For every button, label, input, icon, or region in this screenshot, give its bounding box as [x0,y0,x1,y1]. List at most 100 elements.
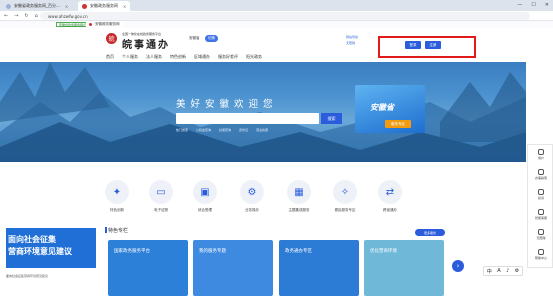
main-nav: 首页 个人服务 法人服务 特色创新 区域通办 服务好差评 阳光政务 [106,54,262,60]
quick-item[interactable]: ▦ 主题集成服务 [279,180,319,213]
search-button[interactable]: 搜索 [321,113,342,124]
minimize-icon[interactable]: — [517,2,522,8]
card-title: 国家政务服务平台 [114,249,150,254]
quick-label: 主题集成服务 [288,208,310,212]
browser-nav: ← → ↻ ⌂ [4,13,38,19]
quick-label: 电子证照 [154,208,168,212]
home-icon[interactable]: ⌂ [35,13,38,19]
audio-icon[interactable]: ♪ [506,268,509,274]
feature-card[interactable]: 政务通办专区 [279,240,359,296]
language-icon[interactable]: 中 [487,268,492,275]
gear-icon: ⚙ [240,180,264,204]
quick-item[interactable]: ▣ 综合受理 [185,180,225,213]
window-controls: — ☐ ✕ [517,2,549,8]
more-services-button[interactable]: 更多服务 [415,229,445,236]
quick-glyph: ✦ [112,186,122,198]
close-icon[interactable]: × [65,4,68,9]
nav-evaluation[interactable]: 服务好差评 [218,54,238,60]
ad-line1: 面向社会征集 [8,235,56,244]
bookmark-label: 安徽政务服务网 [95,21,120,26]
quick-label: 业务操办 [245,208,259,212]
hot-search-term[interactable]: 营业执照 [256,128,268,132]
feature-card[interactable]: 我的服务专题 [193,240,273,296]
quick-item[interactable]: ⚙ 业务操办 [232,180,272,213]
close-icon[interactable]: × [123,4,126,9]
back-icon[interactable]: ← [4,13,8,19]
browser-tab-active[interactable]: 安徽政务服务网 × [78,1,131,11]
quick-item[interactable]: ⇄ 跨省通办 [370,180,410,213]
next-arrow-icon[interactable]: › [452,260,464,272]
register-button[interactable]: 注册 [425,41,441,49]
inbox-icon: ▣ [193,180,217,204]
settings-icon[interactable]: ⚙ [515,268,519,274]
sidebar-label: 投诉 [537,196,544,200]
bookmark-item[interactable]: 安徽政务服务网 [86,21,123,27]
login-button[interactable]: 登录 [405,41,421,49]
favicon-icon [89,22,92,26]
reload-icon[interactable]: ↻ [24,13,28,19]
quick-item[interactable]: ✦ 特色创新 [97,180,137,213]
hot-search-list: 热门搜索 公积金查询 社保查询 身份证 营业执照 [176,128,268,132]
sidebar-item-chat[interactable]: 智能客服 [528,209,553,220]
close-window-icon[interactable]: ✕ [545,2,549,8]
promo-banner-title: 安徽省 [370,103,394,112]
hot-search-term[interactable]: 公积金查询 [196,128,211,132]
favicon-icon [82,3,87,9]
nav-innovation[interactable]: 特色创新 [170,54,186,60]
sidebar-label: 无障碍 [536,236,546,240]
site-logo[interactable]: 皖 [106,33,117,44]
sidebar-item-user[interactable]: 用户 [528,149,553,160]
nav-personal[interactable]: 个人服务 [122,54,138,60]
logo-glyph: 皖 [108,36,115,43]
tab-label: 安徽政务服务网 [90,3,118,8]
quick-glyph: ⇄ [385,186,395,198]
font-size-icon[interactable]: A [497,268,500,274]
hero-banner [0,62,526,162]
hot-search-term[interactable]: 身份证 [239,128,248,132]
guide-icon [538,169,544,175]
quick-label: 综合受理 [198,208,212,212]
mountain-illustration [0,62,526,162]
sidebar-label: 办事指南 [534,176,547,180]
accessibility-link[interactable]: 无障碍 [346,40,358,46]
quick-label: 跨省通办 [383,208,397,212]
link-icon: ⇄ [378,180,402,204]
sidebar-item-complaint[interactable]: 投诉 [528,189,553,200]
nav-regional[interactable]: 区域通办 [194,54,210,60]
sidebar-label: 帮助中心 [534,256,547,260]
sidebar-item-accessibility[interactable]: 无障碍 [528,229,553,240]
quick-item[interactable]: ▭ 电子证照 [141,180,181,213]
section-marker [105,227,107,233]
region-switch-button[interactable]: 切换 [205,35,218,42]
chat-icon [538,209,544,215]
quick-glyph: ▦ [294,186,304,198]
floating-toolbar: 中 A ♪ ⚙ [483,266,523,276]
sidebar-label: 智能客服 [534,216,547,220]
region-label: 安徽省 [189,36,200,40]
maximize-icon[interactable]: ☐ [531,2,535,8]
sidebar-item-help[interactable]: 帮助中心 [528,249,553,260]
ad-caption[interactable]: 面向社会征集营商环境意见建议 [6,274,48,279]
search-input[interactable] [176,113,319,124]
forward-icon[interactable]: → [14,13,18,19]
ad-line2: 营商环境意见建议 [8,247,72,256]
header-links: 网站导航 无障碍 [346,34,358,46]
hot-search-term[interactable]: 社保查询 [219,128,231,132]
quick-glyph: ⚙ [247,186,257,198]
section-title: 特色专栏 [108,228,129,234]
browser-tab-inactive[interactable]: 安徽省政务服务网_百分... × [2,1,72,11]
site-title: 皖事通办 [122,40,170,51]
nav-public-affairs[interactable]: 阳光政务 [246,54,262,60]
feature-card[interactable]: 优化营商环境 [364,240,444,296]
sidebar-item-guide[interactable]: 办事指南 [528,169,553,180]
card-title: 政务通办专区 [285,249,312,254]
tab-label: 安徽省政务服务网_百分... [14,3,60,8]
favicon-icon [6,3,11,9]
promo-banner-button[interactable]: 服务专区 [385,120,411,128]
help-icon [538,249,544,255]
nav-corporate[interactable]: 法人服务 [146,54,162,60]
quick-item[interactable]: ✧ 便民服务专区 [325,180,365,213]
nav-home[interactable]: 首页 [106,54,114,60]
feature-card[interactable]: 国家政务服务平台 [108,240,188,296]
url-input[interactable]: www.ahzwfw.gov.cn [40,12,530,20]
